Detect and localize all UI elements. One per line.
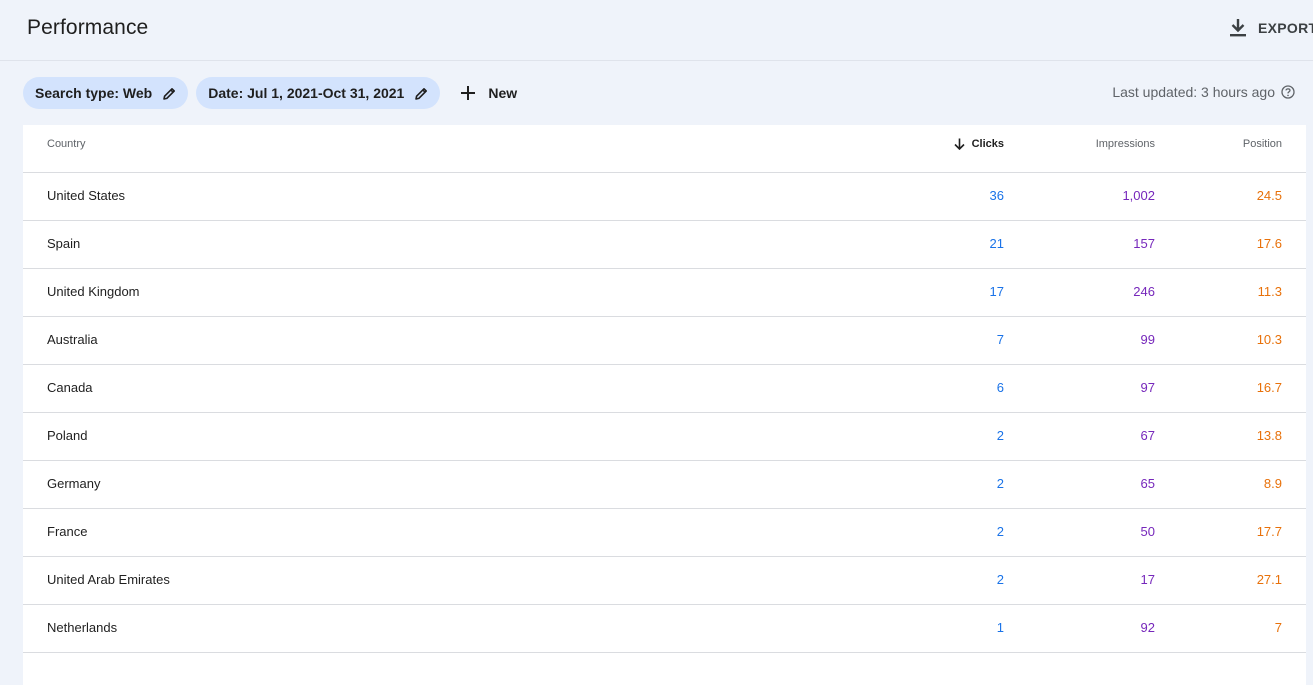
impressions-cell: 1,002 bbox=[1122, 188, 1155, 203]
arrow-down-icon bbox=[954, 138, 965, 150]
clicks-cell: 1 bbox=[996, 620, 1004, 635]
impressions-cell: 97 bbox=[1140, 380, 1155, 395]
impressions-cell: 67 bbox=[1140, 428, 1155, 443]
date-chip[interactable]: Date: Jul 1, 2021-Oct 31, 2021 bbox=[196, 77, 441, 109]
column-header-country[interactable]: Country bbox=[47, 138, 86, 150]
country-cell: Spain bbox=[47, 236, 81, 251]
pencil-icon[interactable] bbox=[163, 87, 176, 100]
clicks-cell: 2 bbox=[996, 572, 1004, 587]
pencil-icon[interactable] bbox=[415, 87, 428, 100]
column-header-position[interactable]: Position bbox=[1243, 138, 1282, 150]
clicks-cell: 2 bbox=[996, 524, 1004, 539]
clicks-cell: 6 bbox=[996, 380, 1004, 395]
table-row[interactable]: Poland 2 67 13.8 bbox=[23, 413, 1306, 461]
help-circle-icon[interactable] bbox=[1281, 85, 1295, 99]
filter-bar: Search type: Web Date: Jul 1, 2021-Oct 3… bbox=[23, 77, 525, 109]
clicks-cell: 21 bbox=[989, 236, 1004, 251]
table-row[interactable]: United States 36 1,002 24.5 bbox=[23, 173, 1306, 221]
new-filter-label: New bbox=[488, 85, 518, 101]
page-header: Performance EXPORT bbox=[0, 0, 1313, 61]
country-cell: United Arab Emirates bbox=[47, 572, 170, 587]
country-cell: United Kingdom bbox=[47, 284, 140, 299]
table-header: Country Clicks Impressions Position bbox=[23, 125, 1306, 173]
impressions-cell: 65 bbox=[1140, 476, 1155, 491]
country-cell: Poland bbox=[47, 428, 88, 443]
page-title: Performance bbox=[27, 16, 149, 39]
table-row[interactable]: Germany 2 65 8.9 bbox=[23, 461, 1306, 509]
export-button[interactable]: EXPORT bbox=[1229, 17, 1313, 39]
table-row[interactable]: Spain 21 157 17.6 bbox=[23, 221, 1306, 269]
date-chip-label: Date: Jul 1, 2021-Oct 31, 2021 bbox=[208, 85, 405, 101]
table-row[interactable]: United Kingdom 17 246 11.3 bbox=[23, 269, 1306, 317]
last-updated-text: Last updated: 3 hours ago bbox=[1112, 84, 1275, 100]
search-type-chip[interactable]: Search type: Web bbox=[23, 77, 189, 109]
table-row[interactable]: Canada 6 97 16.7 bbox=[23, 365, 1306, 413]
column-header-clicks[interactable]: Clicks bbox=[954, 138, 1004, 150]
impressions-cell: 92 bbox=[1140, 620, 1155, 635]
table-body: United States 36 1,002 24.5 Spain 21 157… bbox=[23, 173, 1306, 653]
country-cell: Netherlands bbox=[47, 620, 118, 635]
country-cell: France bbox=[47, 524, 88, 539]
country-cell: United States bbox=[47, 188, 126, 203]
plus-icon bbox=[461, 86, 476, 100]
table-row[interactable]: France 2 50 17.7 bbox=[23, 509, 1306, 557]
position-cell: 16.7 bbox=[1256, 380, 1282, 395]
position-cell: 17.7 bbox=[1256, 524, 1282, 539]
country-table: Country Clicks Impressions Position Unit… bbox=[23, 125, 1306, 685]
clicks-cell: 2 bbox=[996, 428, 1004, 443]
impressions-cell: 99 bbox=[1140, 332, 1155, 347]
column-header-impressions[interactable]: Impressions bbox=[1096, 138, 1155, 150]
column-header-clicks-label: Clicks bbox=[971, 138, 1004, 150]
table-row[interactable]: United Arab Emirates 2 17 27.1 bbox=[23, 557, 1306, 605]
position-cell: 17.6 bbox=[1256, 236, 1282, 251]
impressions-cell: 157 bbox=[1133, 236, 1155, 251]
clicks-cell: 2 bbox=[996, 476, 1004, 491]
position-cell: 7 bbox=[1274, 620, 1282, 635]
country-cell: Germany bbox=[47, 476, 101, 491]
last-updated: Last updated: 3 hours ago bbox=[1112, 84, 1295, 100]
position-cell: 13.8 bbox=[1256, 428, 1282, 443]
impressions-cell: 17 bbox=[1140, 572, 1155, 587]
download-icon bbox=[1230, 19, 1246, 37]
country-cell: Canada bbox=[47, 380, 93, 395]
country-cell: Australia bbox=[47, 332, 98, 347]
position-cell: 11.3 bbox=[1257, 284, 1282, 299]
new-filter-button[interactable]: New bbox=[448, 77, 525, 109]
export-label: EXPORT bbox=[1258, 20, 1313, 36]
search-type-chip-label: Search type: Web bbox=[35, 85, 153, 101]
position-cell: 27.1 bbox=[1256, 572, 1282, 587]
impressions-cell: 50 bbox=[1140, 524, 1155, 539]
position-cell: 8.9 bbox=[1263, 476, 1282, 491]
table-row[interactable]: Australia 7 99 10.3 bbox=[23, 317, 1306, 365]
position-cell: 10.3 bbox=[1256, 332, 1282, 347]
position-cell: 24.5 bbox=[1256, 188, 1282, 203]
clicks-cell: 36 bbox=[989, 188, 1004, 203]
table-row[interactable]: Netherlands 1 92 7 bbox=[23, 605, 1306, 653]
clicks-cell: 7 bbox=[996, 332, 1004, 347]
impressions-cell: 246 bbox=[1133, 284, 1155, 299]
clicks-cell: 17 bbox=[989, 284, 1004, 299]
